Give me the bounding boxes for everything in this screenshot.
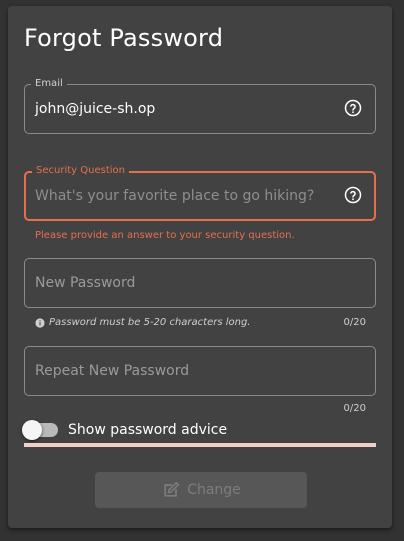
info-icon xyxy=(35,317,45,328)
password-strength-bar xyxy=(24,443,376,447)
new-password-placeholder: New Password xyxy=(35,275,136,291)
help-circle-icon[interactable] xyxy=(344,99,362,117)
security-question-error: Please provide an answer to your securit… xyxy=(35,230,295,241)
security-question-placeholder: What's your favorite place to go hiking? xyxy=(35,188,315,204)
password-hint: Password must be 5-20 characters long. xyxy=(35,317,251,328)
toggle-track[interactable] xyxy=(22,420,58,440)
new-password-counter: 0/20 xyxy=(343,317,366,328)
change-button[interactable]: Change xyxy=(95,472,307,508)
show-password-advice-label[interactable]: Show password advice xyxy=(68,422,227,438)
forgot-password-card: Forgot Password Email john@juice-sh.op S… xyxy=(8,6,392,528)
email-label: Email xyxy=(31,77,67,91)
toggle-knob[interactable] xyxy=(22,420,42,440)
new-password-field[interactable]: New Password xyxy=(24,258,376,308)
security-question-field[interactable]: Security Question What's your favorite p… xyxy=(24,164,376,221)
page-title: Forgot Password xyxy=(24,24,224,52)
email-field[interactable]: Email john@juice-sh.op xyxy=(24,77,376,134)
help-circle-icon[interactable] xyxy=(344,186,362,204)
password-hint-text: Password must be 5-20 characters long. xyxy=(49,317,251,328)
show-password-advice-toggle[interactable]: Show password advice xyxy=(22,420,227,440)
change-button-label: Change xyxy=(187,482,241,498)
repeat-password-field[interactable]: Repeat New Password xyxy=(24,346,376,396)
repeat-password-placeholder: Repeat New Password xyxy=(35,363,190,379)
repeat-password-counter: 0/20 xyxy=(343,403,366,414)
email-value: john@juice-sh.op xyxy=(35,101,156,117)
edit-icon xyxy=(164,481,180,497)
security-question-label: Security Question xyxy=(32,164,129,178)
